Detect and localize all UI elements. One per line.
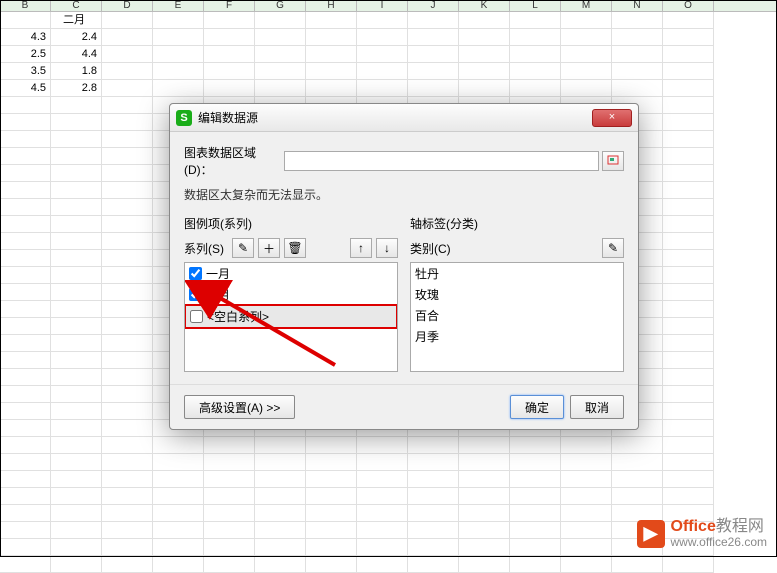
- series-checkbox[interactable]: [190, 310, 203, 323]
- cell[interactable]: 4.4: [51, 46, 102, 63]
- cell[interactable]: 二月: [51, 12, 102, 29]
- col-header[interactable]: B: [0, 0, 51, 11]
- col-header[interactable]: D: [102, 0, 153, 11]
- cancel-button[interactable]: 取消: [570, 395, 624, 419]
- cell[interactable]: 1.8: [51, 63, 102, 80]
- cell[interactable]: 2.8: [51, 80, 102, 97]
- category-item-label: 月季: [415, 328, 439, 345]
- col-header[interactable]: J: [408, 0, 459, 11]
- range-picker-icon: [607, 155, 619, 167]
- dialog-title: 编辑数据源: [198, 109, 592, 126]
- series-item[interactable]: 一月: [185, 263, 397, 284]
- chart-range-label: 图表数据区域(D)：: [184, 144, 284, 178]
- axis-labels-title: 轴标签(分类): [410, 215, 624, 232]
- legend-series-panel: 图例项(系列) 系列(S) ✎ ＋ 🗑 ↑ ↓ 一月: [184, 215, 398, 372]
- series-item-label: <空白系列>: [207, 308, 269, 325]
- series-item-label: 一月: [206, 265, 230, 282]
- app-icon: S: [176, 110, 192, 126]
- ok-button[interactable]: 确定: [510, 395, 564, 419]
- chart-range-input[interactable]: [284, 151, 599, 171]
- series-listbox[interactable]: 一月 二月 <空白系列>: [184, 262, 398, 372]
- add-series-button[interactable]: ＋: [258, 238, 280, 258]
- category-item[interactable]: 牡丹: [411, 263, 623, 284]
- pencil-icon: ✎: [238, 241, 248, 255]
- axis-labels-panel: 轴标签(分类) 类别(C) ✎ 牡丹 玫瑰 百合 月季: [410, 215, 624, 372]
- close-icon: ×: [609, 111, 615, 123]
- range-picker-button[interactable]: [602, 151, 624, 171]
- col-header[interactable]: O: [663, 0, 714, 11]
- series-checkbox[interactable]: [189, 288, 202, 301]
- series-item[interactable]: 二月: [185, 284, 397, 305]
- move-down-button[interactable]: ↓: [376, 238, 398, 258]
- col-header[interactable]: G: [255, 0, 306, 11]
- cell[interactable]: 4.5: [0, 80, 51, 97]
- cell[interactable]: 4.3: [0, 29, 51, 46]
- watermark-url: www.office26.com: [671, 536, 768, 549]
- trash-icon: 🗑: [287, 241, 302, 255]
- col-header[interactable]: H: [306, 0, 357, 11]
- category-listbox[interactable]: 牡丹 玫瑰 百合 月季: [410, 262, 624, 372]
- series-checkbox[interactable]: [189, 267, 202, 280]
- col-header[interactable]: F: [204, 0, 255, 11]
- cell[interactable]: [102, 12, 153, 29]
- category-label: 类别(C): [410, 240, 451, 257]
- series-item-label: 二月: [206, 286, 230, 303]
- move-up-button[interactable]: ↑: [350, 238, 372, 258]
- close-button[interactable]: ×: [592, 109, 632, 127]
- category-item-label: 百合: [415, 307, 439, 324]
- category-item-label: 玫瑰: [415, 286, 439, 303]
- column-headers: B C D E F G H I J K L M N O: [0, 0, 777, 12]
- delete-series-button[interactable]: 🗑: [284, 238, 306, 258]
- col-header[interactable]: L: [510, 0, 561, 11]
- arrow-up-icon: ↑: [358, 241, 364, 255]
- cell[interactable]: 2.4: [51, 29, 102, 46]
- category-item[interactable]: 百合: [411, 305, 623, 326]
- col-header[interactable]: E: [153, 0, 204, 11]
- col-header[interactable]: K: [459, 0, 510, 11]
- series-label: 系列(S): [184, 240, 224, 257]
- category-item[interactable]: 玫瑰: [411, 284, 623, 305]
- cell[interactable]: 3.5: [0, 63, 51, 80]
- watermark-brand: Office教程网: [671, 518, 768, 536]
- edit-data-source-dialog: S 编辑数据源 × 图表数据区域(D)： 数据区太复杂而无法显示。 图例项(系列…: [169, 103, 639, 430]
- legend-series-title: 图例项(系列): [184, 215, 398, 232]
- category-item-label: 牡丹: [415, 265, 439, 282]
- advanced-settings-button[interactable]: 高级设置(A) >>: [184, 395, 295, 419]
- pencil-icon: ✎: [608, 241, 618, 255]
- titlebar[interactable]: S 编辑数据源 ×: [170, 104, 638, 132]
- edit-series-button[interactable]: ✎: [232, 238, 254, 258]
- watermark: ▶ Office教程网 www.office26.com: [637, 518, 768, 549]
- watermark-icon: ▶: [637, 520, 665, 548]
- col-header[interactable]: C: [51, 0, 102, 11]
- range-hint: 数据区太复杂而无法显示。: [184, 186, 624, 203]
- category-item[interactable]: 月季: [411, 326, 623, 347]
- arrow-down-icon: ↓: [384, 241, 390, 255]
- col-header[interactable]: M: [561, 0, 612, 11]
- plus-icon: ＋: [263, 240, 275, 257]
- cell[interactable]: 2.5: [0, 46, 51, 63]
- col-header[interactable]: I: [357, 0, 408, 11]
- col-header[interactable]: N: [612, 0, 663, 11]
- edit-category-button[interactable]: ✎: [602, 238, 624, 258]
- series-item-empty[interactable]: <空白系列>: [184, 304, 398, 329]
- cell[interactable]: [0, 12, 51, 29]
